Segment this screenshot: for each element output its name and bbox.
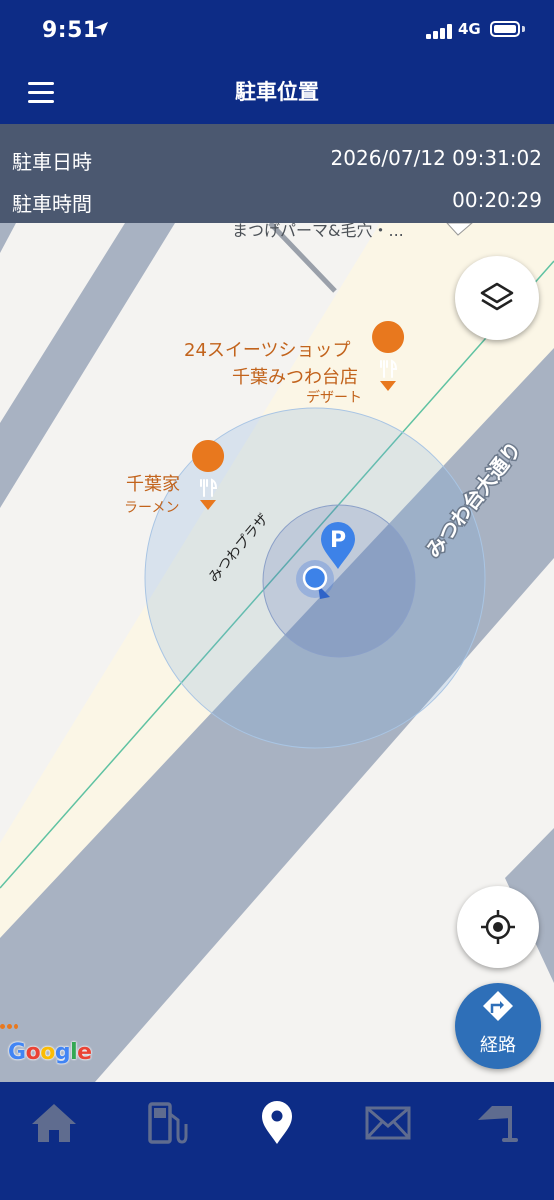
status-bar: 9:51 4G [0, 0, 554, 62]
battery-icon [490, 21, 520, 37]
poi-ramen-category: ラーメン [124, 500, 180, 516]
parking-info-panel: 駐車日時 2026/07/12 09:31:02 駐車時間 00:20:29 [0, 124, 554, 223]
my-location-button[interactable] [457, 886, 539, 968]
poi-sweets-name-2[interactable]: 千葉みつわ台店 [232, 363, 358, 389]
parked-at-row: 駐車日時 2026/07/12 09:31:02 [12, 140, 542, 176]
crosshair-icon [481, 910, 515, 944]
nav-location[interactable] [247, 1098, 307, 1148]
nav-parking-sign[interactable] [470, 1098, 530, 1148]
nav-home[interactable] [24, 1098, 84, 1148]
poi-cut-label: まつげパーマ&毛穴・... [232, 223, 404, 240]
parked-at-label: 駐車日時 [12, 150, 92, 174]
home-icon [32, 1104, 76, 1142]
cellular-signal-icon [426, 23, 452, 39]
google-logo: Google [8, 1040, 92, 1065]
map-layers-button[interactable] [455, 256, 539, 340]
location-arrow-icon [94, 22, 108, 36]
mail-icon [365, 1106, 411, 1140]
network-type: 4G [458, 20, 481, 38]
poi-sweets-name-1[interactable]: 24スイーツショップ [184, 336, 351, 362]
nav-fuel[interactable] [136, 1098, 196, 1148]
route-button[interactable]: 経路 [455, 983, 541, 1069]
duration-value: 00:20:29 [452, 188, 542, 212]
parking-sign-icon [478, 1106, 518, 1142]
directions-icon [483, 991, 513, 1021]
road-upper-left [0, 223, 175, 508]
nav-mail[interactable] [358, 1098, 418, 1148]
duration-row: 駐車時間 00:20:29 [12, 182, 542, 218]
parking-letter: P [330, 528, 346, 553]
route-label: 経路 [480, 1035, 516, 1056]
page-title: 駐車位置 [235, 80, 319, 104]
poi-sweets-category: デザート [306, 390, 362, 406]
parked-at-value: 2026/07/12 09:31:02 [330, 146, 542, 170]
fuel-pump-icon [148, 1102, 188, 1144]
app-header: 駐車位置 [0, 62, 554, 124]
status-time: 9:51 [42, 18, 99, 43]
bottom-nav [0, 1082, 554, 1200]
duration-label: 駐車時間 [12, 192, 92, 216]
poi-ramen-name[interactable]: 千葉家 [126, 470, 180, 496]
layers-icon [480, 282, 514, 311]
location-pin-icon [262, 1101, 292, 1144]
